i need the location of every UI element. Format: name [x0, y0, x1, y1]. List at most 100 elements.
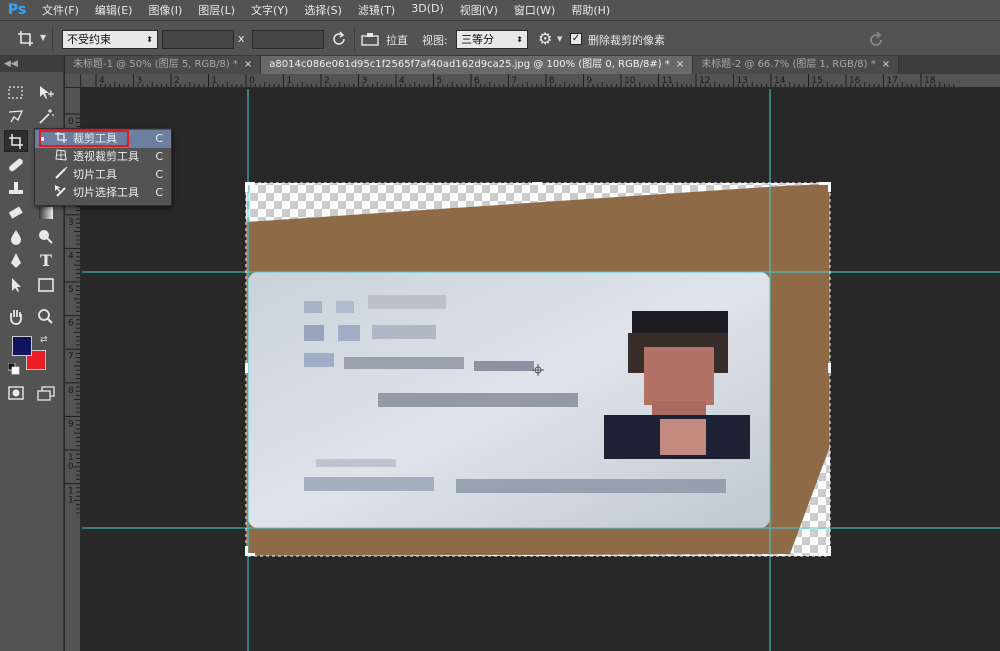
slice-icon: [53, 166, 69, 185]
ruler-label: 3: [362, 76, 368, 86]
horizontal-ruler[interactable]: 4 3 2 1 0 1 2 3 4 5 6 7 8 9 10 11 12 13 14 15 16 17 18: [81, 74, 1000, 88]
stamp-tool[interactable]: [4, 178, 28, 200]
ruler-label: 1: [212, 76, 218, 86]
crop-handle[interactable]: [532, 182, 542, 185]
menu-item[interactable]: 图像(I): [140, 2, 190, 18]
menu-item[interactable]: 窗口(W): [506, 2, 563, 18]
shape-tool[interactable]: [34, 274, 58, 296]
crop-tool[interactable]: [4, 130, 28, 152]
straighten-button[interactable]: [360, 30, 380, 48]
ruler-label: 5: [68, 285, 74, 295]
close-tab-icon[interactable]: ×: [882, 59, 890, 70]
menu-item[interactable]: 视图(V): [452, 2, 506, 18]
menu-item[interactable]: 滤镜(T): [350, 2, 403, 18]
foreground-color-swatch[interactable]: [12, 336, 32, 356]
screen-mode-button[interactable]: [34, 382, 58, 404]
menubar: Ps 文件(F) 编辑(E) 图像(I) 图层(L) 文字(Y) 选择(S) 滤镜(T) 3D…: [0, 0, 1000, 20]
lasso-icon: [8, 110, 24, 123]
ruler-label: 1: [287, 76, 293, 86]
close-tab-icon[interactable]: ×: [676, 59, 684, 70]
ruler-label: 10: [624, 76, 636, 86]
menu-item[interactable]: 图层(L): [190, 2, 243, 18]
tab-label: 未标题-2 @ 66.7% (图层 1, RGB/8) *: [701, 59, 876, 70]
flyout-item-shortcut: C: [155, 150, 163, 163]
flyout-item-shortcut: C: [155, 132, 163, 145]
path-select-icon: [12, 278, 21, 292]
view-dropdown[interactable]: 三等分 ⬍: [456, 30, 528, 49]
crop-handle[interactable]: [828, 182, 831, 192]
flyout-item[interactable]: 切片工具 C: [35, 166, 171, 184]
flyout-item-shortcut: C: [155, 186, 163, 199]
magic-wand-icon: [39, 109, 54, 124]
document-tab[interactable]: 未标题-2 @ 66.7% (图层 1, RGB/8) * ×: [693, 56, 900, 74]
ruler-label: 9: [587, 76, 593, 86]
menu-item[interactable]: 选择(S): [296, 2, 350, 18]
delete-cropped-pixels-checkbox[interactable]: ✓: [570, 33, 582, 45]
dodge-icon: [39, 230, 53, 244]
pen-tool[interactable]: [4, 250, 28, 272]
ruler-label: 6: [474, 76, 480, 86]
flyout-item[interactable]: 透视裁剪工具 C: [35, 148, 171, 166]
ratio-dropdown[interactable]: 不受约束 ⬍: [62, 30, 158, 49]
marquee-tool[interactable]: [4, 82, 28, 104]
menu-item[interactable]: 文件(F): [34, 2, 87, 18]
stamp-icon: [9, 182, 23, 194]
settings-button[interactable]: ⚙: [538, 29, 558, 49]
divider: [354, 27, 355, 51]
path-select-tool[interactable]: [4, 274, 28, 296]
crop-tool-preset-button[interactable]: [16, 29, 38, 49]
swap-dimensions-button[interactable]: [330, 29, 348, 49]
ruler-origin[interactable]: [65, 74, 81, 88]
reset-button[interactable]: [866, 29, 886, 49]
toolbox-collapse[interactable]: ◀◀: [0, 56, 63, 72]
type-tool[interactable]: T: [34, 250, 58, 272]
zoom-tool[interactable]: [34, 306, 58, 328]
screen-mode-icon: [37, 386, 55, 401]
width-input[interactable]: [162, 30, 234, 49]
options-bar: ▼ 不受约束 ⬍ x 拉直 视图: 三等分 ⬍ ⚙ ▼ ✓ 删除裁剪的像素: [0, 20, 1000, 56]
close-tab-icon[interactable]: ×: [244, 59, 252, 70]
crop-handle[interactable]: [245, 363, 248, 373]
crop-handle[interactable]: [245, 546, 248, 556]
crop-handle[interactable]: [245, 182, 248, 192]
document-canvas[interactable]: [82, 89, 1000, 651]
menu-item[interactable]: 3D(D): [403, 2, 452, 18]
straighten-icon: [361, 33, 379, 46]
rectangle-icon: [38, 278, 54, 292]
updown-arrow-icon: ⬍: [146, 35, 153, 44]
menu-item[interactable]: 帮助(H): [563, 2, 618, 18]
healing-brush-tool[interactable]: [4, 154, 28, 176]
swap-colors-icon[interactable]: ⇄: [40, 335, 48, 345]
document-tabs: 未标题-1 @ 50% (图层 5, RGB/8) * × a8014c086e06…: [65, 56, 1000, 74]
ruler-label: 13: [737, 76, 748, 86]
magic-wand-tool[interactable]: [34, 106, 58, 128]
height-input[interactable]: [252, 30, 324, 49]
lasso-tool[interactable]: [4, 106, 28, 128]
dodge-tool[interactable]: [34, 226, 58, 248]
ruler-label: 4: [399, 76, 405, 86]
eraser-tool[interactable]: [4, 202, 28, 224]
blur-tool[interactable]: [4, 226, 28, 248]
preset-dropdown-arrow-icon[interactable]: ▼: [40, 33, 46, 42]
updown-arrow-icon: ⬍: [516, 35, 523, 44]
crop-handle[interactable]: [828, 546, 831, 556]
magnifier-icon: [38, 309, 53, 324]
settings-dropdown-arrow-icon[interactable]: ▼: [557, 35, 562, 43]
rect-marquee-icon: [8, 86, 23, 99]
flyout-item-label: 切片选择工具: [73, 186, 139, 199]
quick-mask-button[interactable]: [4, 382, 28, 404]
menu-item[interactable]: 文字(Y): [243, 2, 296, 18]
straighten-label: 拉直: [386, 34, 408, 47]
menu-item[interactable]: 编辑(E): [87, 2, 141, 18]
flyout-item[interactable]: 切片选择工具 C: [35, 184, 171, 202]
hand-tool[interactable]: [4, 306, 28, 328]
ruler-label: 12: [699, 76, 710, 86]
default-colors-icon[interactable]: [7, 362, 20, 378]
document-tab[interactable]: 未标题-1 @ 50% (图层 5, RGB/8) * ×: [65, 56, 262, 74]
document-tab[interactable]: a8014c086e061d95c1f2565f7af40ad162d9ca25…: [261, 56, 694, 74]
ruler-label: 9: [68, 419, 74, 429]
canvas-area[interactable]: [82, 89, 1000, 651]
crop-handle[interactable]: [828, 363, 831, 373]
move-tool[interactable]: [34, 82, 58, 104]
ruler-label: 8: [549, 76, 555, 86]
